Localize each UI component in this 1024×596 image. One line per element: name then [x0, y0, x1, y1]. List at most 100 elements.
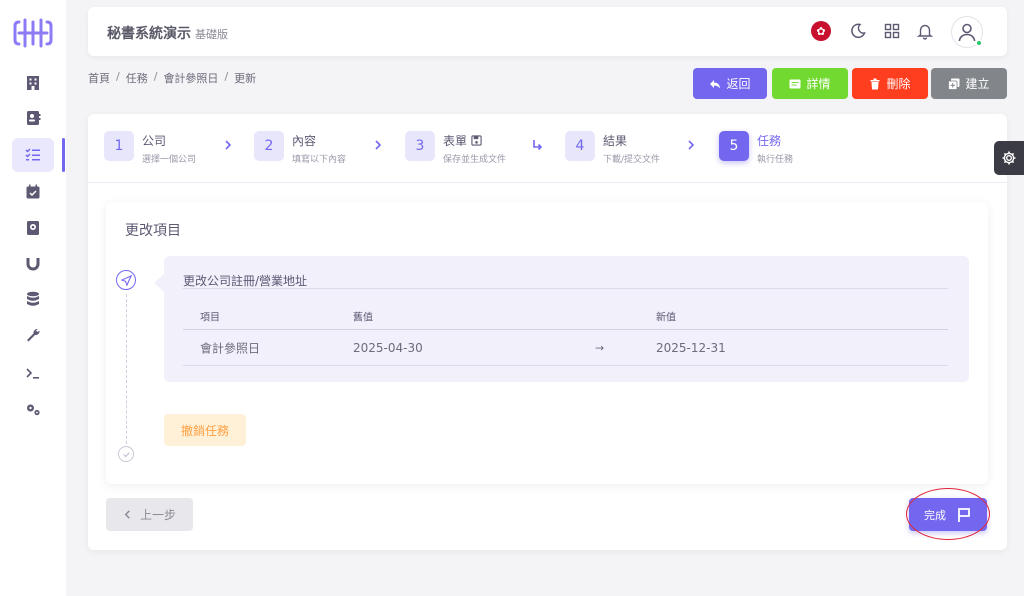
change-items-panel: 更改項目 更改公司註冊/營業地址 項目 舊值 新值 會計參照日 2025-04-… — [106, 202, 988, 484]
calendar-check-icon — [26, 184, 40, 199]
step-title: 公司 — [142, 134, 167, 148]
app-title: 秘書系統演示 基礎版 — [107, 23, 228, 43]
hong-kong-flag-icon: ✿ — [811, 21, 831, 41]
chevron-left-icon — [124, 510, 130, 519]
arrow-right-icon: → — [595, 341, 605, 354]
chevron-right-icon — [375, 140, 382, 150]
breadcrumb: 首頁 / 任務 / 會計參照日 / 更新 — [88, 70, 256, 86]
breadcrumb-separator: / — [116, 70, 120, 83]
breadcrumb-accounting-date[interactable]: 會計參照日 — [163, 70, 218, 86]
step-subtitle: 填寫以下內容 — [292, 155, 347, 165]
step-title: 任務 — [757, 134, 782, 148]
finish-button-label: 完成 — [924, 508, 946, 522]
breadcrumb-separator: / — [153, 70, 158, 83]
step-subtitle: 執行任務 — [757, 155, 794, 165]
sidebar-item-terminal[interactable] — [12, 356, 54, 390]
step-task[interactable]: 5 任務執行任務 — [719, 131, 793, 165]
top-navbar: 秘書系統演示 基礎版 ✿ — [88, 7, 1007, 56]
details-button-label: 詳情 — [806, 77, 831, 91]
step-title: 內容 — [292, 134, 317, 148]
address-book-icon — [27, 221, 39, 235]
app-subtitle: 基礎版 — [195, 28, 228, 41]
delete-button-label: 刪除 — [886, 77, 911, 91]
chevron-right-icon — [225, 140, 232, 150]
sidebar-item-calendar[interactable] — [12, 175, 54, 209]
breadcrumb-home[interactable]: 首頁 — [88, 70, 110, 86]
theme-customizer-toggle[interactable] — [994, 141, 1024, 175]
timeline-line — [126, 294, 127, 444]
previous-step-button[interactable]: 上一步 — [106, 498, 193, 531]
sidebar-active-indicator — [62, 138, 65, 172]
corner-down-right-icon — [533, 140, 543, 151]
cogs-icon — [27, 404, 40, 416]
create-button-label: 建立 — [965, 77, 990, 91]
step-number: 2 — [254, 131, 284, 161]
step-company[interactable]: 1 公司選擇一個公司 — [104, 131, 196, 165]
table-row: 會計參照日 2025-04-30 → 2025-12-31 — [183, 330, 948, 366]
paper-plane-icon — [120, 274, 132, 286]
bell-icon — [916, 24, 934, 40]
breadcrumb-separator: / — [224, 70, 229, 83]
row-new-value: 2025-12-31 — [656, 340, 726, 355]
chevron-right-icon — [688, 140, 695, 150]
check-icon — [122, 451, 130, 457]
column-header-new: 新值 — [656, 312, 676, 323]
step-form[interactable]: 3 表單 保存並生成文件 — [405, 131, 506, 165]
back-button[interactable]: 返回 — [693, 68, 767, 99]
table-header-row: 項目 舊值 新值 — [183, 302, 948, 330]
step-content[interactable]: 2 內容填寫以下內容 — [254, 131, 346, 165]
sidebar-item-contacts[interactable] — [12, 101, 54, 135]
apps-grid-button[interactable] — [881, 20, 903, 42]
revoke-task-button[interactable]: 撤銷任務 — [164, 414, 246, 446]
wrench-icon — [27, 328, 40, 342]
user-avatar[interactable] — [951, 16, 983, 48]
details-button[interactable]: 詳情 — [772, 68, 848, 99]
step-number: 1 — [104, 131, 134, 161]
step-subtitle: 選擇一個公司 — [142, 155, 197, 165]
sidebar-item-settings[interactable] — [12, 392, 54, 426]
sidebar-item-tools[interactable] — [12, 318, 54, 352]
sidebar-item-company[interactable] — [12, 66, 54, 100]
breadcrumb-update: 更新 — [234, 72, 257, 85]
step-subtitle: 保存並生成文件 — [443, 155, 507, 165]
step-title: 結果 — [603, 134, 628, 148]
column-header-old: 舊值 — [353, 312, 373, 323]
create-button[interactable]: 建立 — [931, 68, 1007, 99]
row-item: 會計參照日 — [200, 341, 261, 355]
contact-card-icon — [27, 111, 41, 125]
change-detail-bubble: 更改公司註冊/營業地址 項目 舊值 新值 會計參照日 2025-04-30 → … — [154, 256, 969, 382]
timeline-end-node — [118, 446, 134, 462]
language-flag-button[interactable]: ✿ — [810, 20, 832, 42]
sidebar-item-tasks[interactable] — [12, 138, 54, 172]
changes-table: 項目 舊值 新值 會計參照日 2025-04-30 → 2025-12-31 — [183, 302, 948, 366]
sidebar-item-address-book[interactable] — [12, 211, 54, 245]
delete-button[interactable]: 刪除 — [852, 68, 928, 99]
save-icon — [471, 135, 482, 146]
sidebar-item-database[interactable] — [12, 282, 54, 316]
column-header-item: 項目 — [200, 312, 220, 323]
sidebar — [0, 0, 66, 596]
flag-icon — [958, 507, 970, 522]
step-number: 5 — [719, 131, 749, 161]
back-button-label: 返回 — [726, 77, 751, 91]
add-copy-icon — [948, 78, 960, 90]
terminal-icon — [26, 368, 39, 379]
breadcrumb-tasks[interactable]: 任務 — [126, 70, 148, 86]
user-icon — [958, 23, 976, 42]
app-logo[interactable] — [11, 16, 55, 50]
timeline-start-node — [116, 270, 136, 290]
grid-icon — [884, 23, 900, 39]
dark-mode-toggle[interactable] — [847, 20, 869, 42]
step-result[interactable]: 4 結果 下載/提交文件 — [565, 131, 660, 165]
list-alt-icon — [789, 79, 801, 88]
notifications-button[interactable] — [914, 20, 936, 42]
sidebar-item-magnet[interactable] — [12, 247, 54, 281]
gear-icon — [1002, 151, 1016, 165]
step-number: 4 — [565, 131, 595, 161]
change-title: 更改公司註冊/營業地址 — [183, 274, 308, 288]
finish-button[interactable]: 完成 — [909, 498, 987, 531]
panel-title: 更改項目 — [125, 223, 181, 239]
change-title-underline — [183, 288, 948, 289]
app-title-text: 秘書系統演示 — [107, 26, 191, 42]
stepper-divider — [88, 182, 1007, 183]
